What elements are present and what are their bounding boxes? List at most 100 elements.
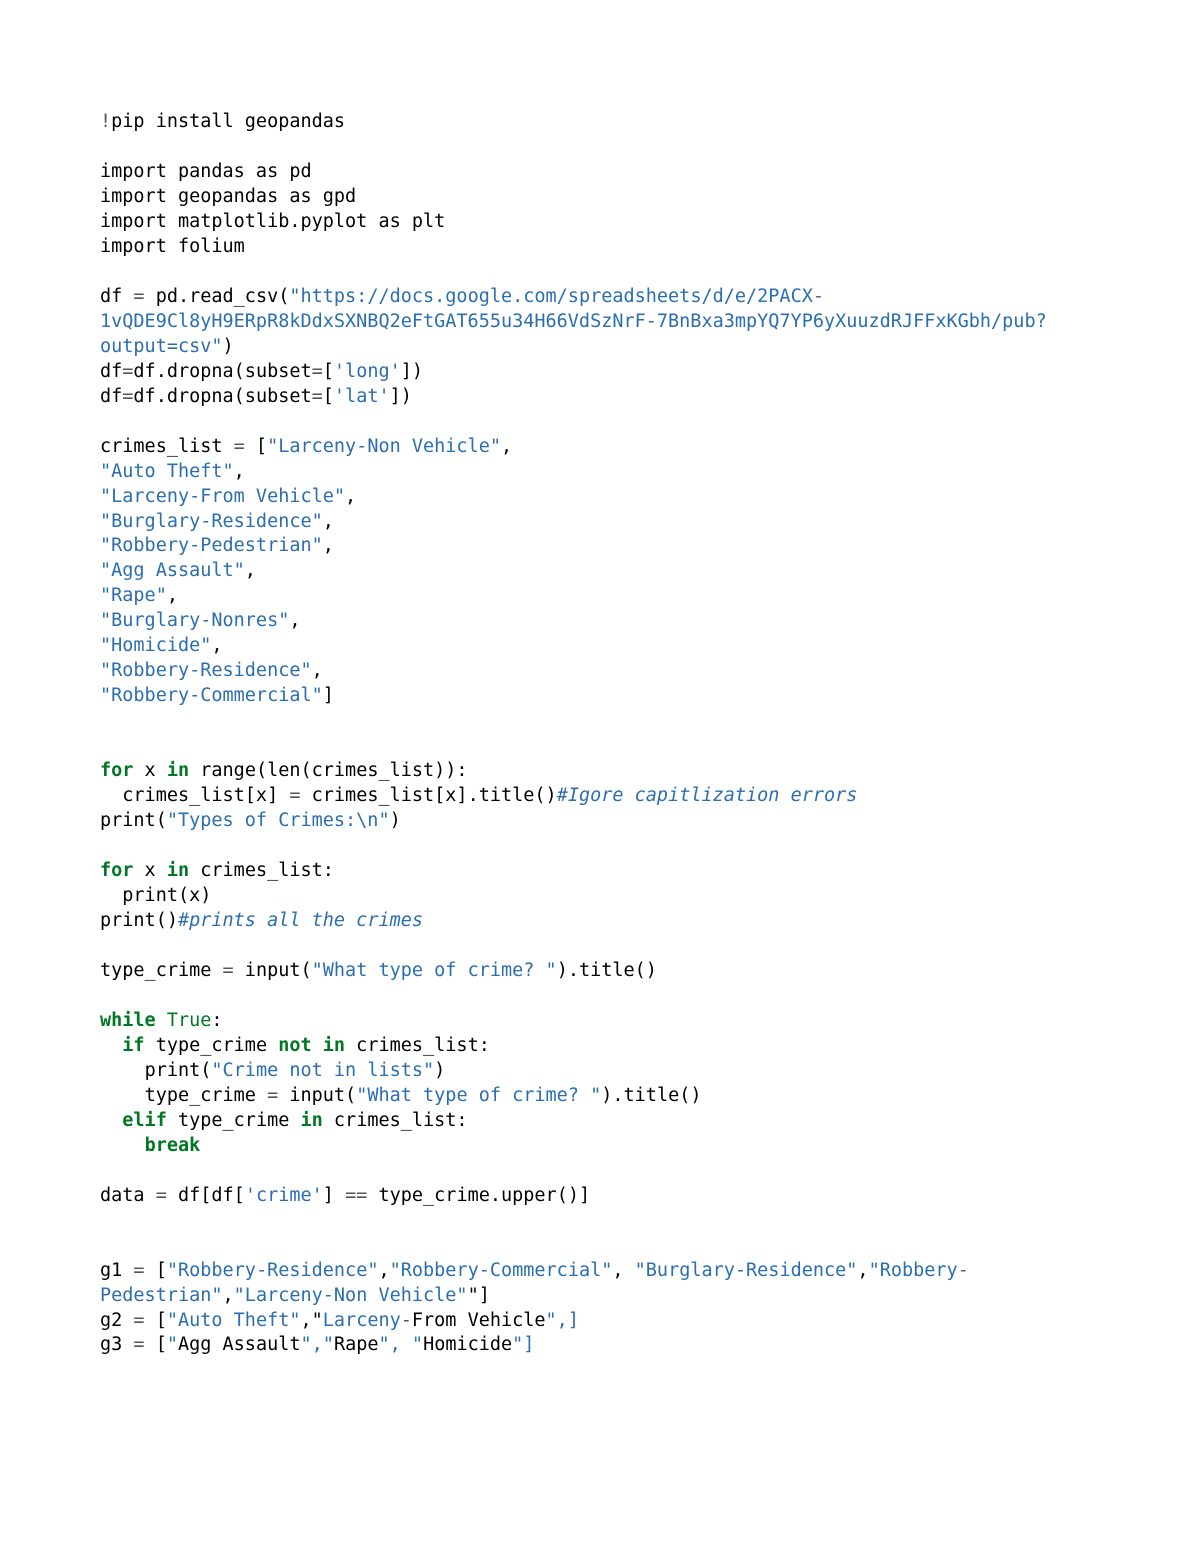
code-token: ]: [323, 685, 334, 706]
code-line: "Auto Theft",: [100, 460, 1100, 485]
code-token: Agg Assault: [178, 1334, 301, 1355]
code-token: for: [100, 760, 133, 781]
code-token: [: [145, 1334, 167, 1355]
code-line: import pandas as pd: [100, 160, 1100, 185]
code-token: ,: [245, 560, 256, 581]
code-token: [: [145, 1260, 167, 1281]
code-line: crimes_list = ["Larceny-Non Vehicle",: [100, 435, 1100, 460]
code-token: print(): [100, 910, 178, 931]
code-line: df = pd.read_csv("https://docs.google.co…: [100, 285, 1100, 360]
code-token: "]: [512, 1334, 534, 1355]
code-token: ,: [289, 610, 300, 631]
code-token: True: [167, 1010, 212, 1031]
code-token: range(len(crimes_list)):: [189, 760, 467, 781]
code-token: if: [122, 1035, 144, 1056]
code-line: [100, 135, 1100, 160]
code-token: input(: [234, 960, 312, 981]
code-token: g1: [100, 1260, 133, 1281]
code-token: print(x): [100, 885, 211, 906]
code-token: while: [100, 1010, 156, 1031]
code-line: type_crime = input("What type of crime? …: [100, 959, 1100, 984]
code-token: =: [312, 386, 323, 407]
code-token: crimes_list: [100, 436, 234, 457]
code-token: type_crime: [167, 1110, 301, 1131]
code-token: elif: [122, 1110, 167, 1131]
code-line: "Robbery-Pedestrian",: [100, 534, 1100, 559]
code-token: ,: [857, 1260, 868, 1281]
code-token: crimes_list:: [345, 1035, 490, 1056]
code-token: =: [223, 960, 234, 981]
code-token: import geopandas as gpd: [100, 186, 356, 207]
code-token: =: [133, 286, 144, 307]
code-token: ): [223, 336, 234, 357]
code-token: ,: [345, 486, 356, 507]
code-line: "Rape",: [100, 584, 1100, 609]
code-token: ,: [211, 635, 222, 656]
code-line: !pip install geopandas: [100, 110, 1100, 135]
code-token: From Vehicle: [412, 1310, 546, 1331]
code-token: [156, 1010, 167, 1031]
code-line: g1 = ["Robbery-Residence","Robbery-Comme…: [100, 1259, 1100, 1309]
code-line: [100, 1234, 1100, 1259]
code-token: [: [323, 386, 334, 407]
code-token: ): [390, 810, 401, 831]
code-token: 'long': [334, 361, 401, 382]
code-token: "What type of crime? ": [312, 960, 557, 981]
code-line: print("Types of Crimes:\n"): [100, 809, 1100, 834]
code-token: !: [100, 111, 111, 132]
code-token: ,: [612, 1260, 634, 1281]
code-token: "Burglary-Residence": [635, 1260, 858, 1281]
code-line: import folium: [100, 235, 1100, 260]
code-token: pip install geopandas: [111, 111, 345, 132]
code-line: "Larceny-From Vehicle",: [100, 485, 1100, 510]
code-token: data: [100, 1185, 156, 1206]
code-token: ).title(): [601, 1085, 701, 1106]
code-token: df.dropna(subset: [133, 361, 311, 382]
code-token: g2: [100, 1310, 133, 1331]
code-token: df: [100, 286, 133, 307]
code-token: Larceny: [323, 1310, 401, 1331]
code-token: "Burglary-Residence": [100, 511, 323, 532]
code-token: "Larceny-Non Vehicle": [234, 1285, 468, 1306]
code-token: crimes_list[x]: [100, 785, 289, 806]
code-line: type_crime = input("What type of crime? …: [100, 1084, 1100, 1109]
code-token: ,: [234, 461, 245, 482]
code-token: :: [211, 1010, 222, 1031]
code-line: g2 = ["Auto Theft","Larceny-From Vehicle…: [100, 1309, 1100, 1334]
code-line: [100, 260, 1100, 285]
code-token: "Auto Theft": [100, 461, 234, 482]
code-token: not in: [278, 1035, 345, 1056]
code-token: =: [234, 436, 245, 457]
code-token: type_crime.upper()]: [367, 1185, 590, 1206]
code-line: break: [100, 1134, 1100, 1159]
code-line: [100, 709, 1100, 734]
code-token: =: [289, 785, 300, 806]
code-token: df.dropna(subset: [133, 386, 311, 407]
code-token: Rape: [334, 1334, 379, 1355]
code-line: [100, 410, 1100, 435]
code-token: x: [133, 760, 166, 781]
code-line: [100, 984, 1100, 1009]
code-line: g3 = ["Agg Assault","Rape", "Homicide"]: [100, 1333, 1100, 1358]
code-line: [100, 1209, 1100, 1234]
code-token: df[df[: [167, 1185, 245, 1206]
code-token: "Robbery-Residence": [100, 660, 312, 681]
code-token: crimes_list[x].title(): [301, 785, 557, 806]
code-token: "Robbery-Commercial": [100, 685, 323, 706]
code-line: for x in range(len(crimes_list)):: [100, 759, 1100, 784]
code-token: "What type of crime? ": [356, 1085, 601, 1106]
code-token: =: [312, 361, 323, 382]
code-token: for: [100, 860, 133, 881]
code-line: df=df.dropna(subset=['long']): [100, 360, 1100, 385]
code-token: ", ": [379, 1334, 424, 1355]
code-line: import geopandas as gpd: [100, 185, 1100, 210]
code-token: "Burglary-Nonres": [100, 610, 289, 631]
code-token: ",": [301, 1334, 334, 1355]
code-token: input(: [278, 1085, 356, 1106]
code-token: "Larceny-Non Vehicle": [267, 436, 501, 457]
code-token: "Agg Assault": [100, 560, 245, 581]
code-line: "Robbery-Residence",: [100, 659, 1100, 684]
code-line: "Homicide",: [100, 634, 1100, 659]
code-line: "Burglary-Residence",: [100, 510, 1100, 535]
code-token: ,: [223, 1285, 234, 1306]
